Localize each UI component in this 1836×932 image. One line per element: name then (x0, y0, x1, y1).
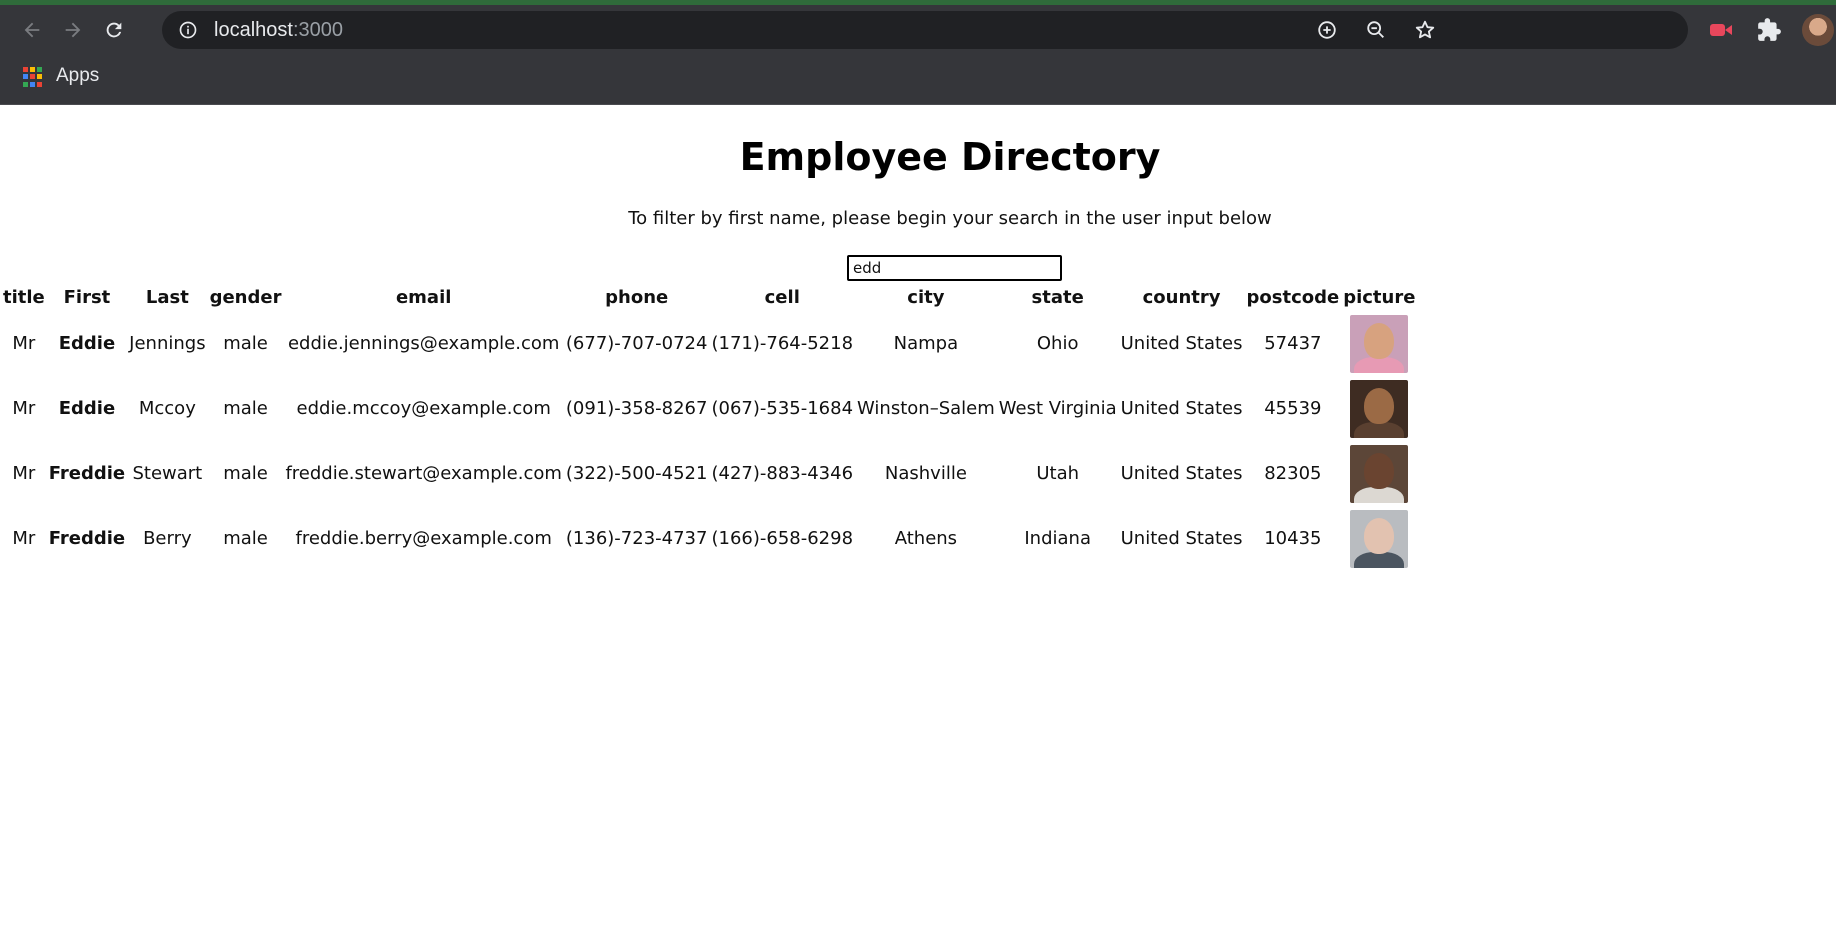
cell-picture (1342, 507, 1416, 570)
cell-cell: (427)-883-4346 (711, 463, 854, 484)
zoom-out-icon[interactable] (1365, 19, 1387, 41)
header-postcode[interactable]: postcode (1246, 284, 1341, 310)
table-row: Mr Freddie Stewart male freddie.stewart@exam… (2, 442, 1416, 505)
cell-city: Winston–Salem (857, 398, 995, 419)
cell-gender: male (223, 333, 268, 354)
apps-link[interactable]: Apps (56, 65, 99, 87)
extension-record-icon[interactable] (1708, 17, 1734, 43)
search-input[interactable] (847, 255, 1062, 281)
cell-state: Ohio (1036, 333, 1079, 354)
cell-email: eddie.mccoy@example.com (296, 398, 551, 419)
employee-photo (1350, 314, 1409, 373)
url-text[interactable]: localhost:3000 (214, 11, 343, 49)
cell-postcode: 10435 (1264, 528, 1322, 549)
cell-title: Mr (12, 463, 36, 484)
cell-cell: (067)-535-1684 (711, 398, 854, 419)
header-country[interactable]: country (1120, 284, 1244, 310)
header-picture[interactable]: picture (1342, 284, 1416, 310)
cell-phone: (677)-707-0724 (565, 333, 708, 354)
forward-button[interactable] (58, 15, 88, 45)
cell-country: United States (1120, 398, 1243, 419)
cell-cell: (166)-658-6298 (711, 528, 854, 549)
cell-city: Athens (894, 528, 958, 549)
cell-phone: (091)-358-8267 (565, 398, 708, 419)
address-bar[interactable]: localhost:3000 (162, 11, 1688, 49)
cell-state: Utah (1036, 463, 1080, 484)
cell-picture (1342, 312, 1416, 375)
cell-state: Indiana (1024, 528, 1091, 549)
header-gender[interactable]: gender (209, 284, 283, 310)
cell-last: Mccoy (138, 398, 196, 419)
cell-country: United States (1120, 528, 1243, 549)
cell-country: United States (1120, 463, 1243, 484)
extensions-puzzle-icon[interactable] (1756, 17, 1782, 43)
cell-picture (1342, 442, 1416, 505)
cell-first: Freddie (48, 463, 126, 484)
info-icon[interactable] (178, 20, 198, 40)
cell-phone: (136)-723-4737 (565, 528, 708, 549)
bookmark-star-icon[interactable] (1414, 19, 1436, 41)
cell-gender: male (223, 463, 268, 484)
cell-cell: (171)-764-5218 (711, 333, 854, 354)
cell-last: Jennings (129, 333, 206, 354)
cell-title: Mr (12, 398, 36, 419)
header-first[interactable]: First (48, 284, 126, 310)
employee-photo (1350, 444, 1409, 503)
cell-first: Eddie (58, 333, 116, 354)
cell-email: eddie.jennings@example.com (287, 333, 560, 354)
back-button[interactable] (17, 15, 47, 45)
header-phone[interactable]: phone (565, 284, 709, 310)
cell-city: Nashville (884, 463, 967, 484)
url-host: localhost (214, 19, 293, 41)
table-body: Mr Eddie Jennings male eddie.jennings@exampl… (2, 312, 1416, 570)
apps-grid-icon[interactable] (23, 67, 43, 87)
cell-email: freddie.berry@example.com (295, 528, 552, 549)
page-title: Employee Directory (739, 135, 1161, 179)
header-state[interactable]: state (998, 284, 1118, 310)
header-email[interactable]: email (284, 284, 562, 310)
cell-last: Stewart (132, 463, 203, 484)
employee-photo (1350, 509, 1409, 568)
cell-first: Freddie (48, 528, 126, 549)
cell-gender: male (223, 398, 268, 419)
browser-toolbar: localhost:3000 (0, 5, 1836, 55)
cell-email: freddie.stewart@example.com (285, 463, 562, 484)
header-city[interactable]: city (856, 284, 996, 310)
header-title[interactable]: title (2, 284, 46, 310)
cell-last: Berry (143, 528, 192, 549)
cell-phone: (322)-500-4521 (565, 463, 708, 484)
reload-button[interactable] (99, 15, 129, 45)
employee-photo (1350, 379, 1409, 438)
cell-postcode: 57437 (1264, 333, 1322, 354)
table-header-row: title First Last gender email phone cell… (2, 284, 1416, 310)
cell-country: United States (1120, 333, 1243, 354)
url-port: :3000 (292, 19, 343, 41)
bookmarks-bar: Apps (0, 55, 1836, 105)
header-cell[interactable]: cell (710, 284, 854, 310)
cell-city: Nampa (893, 333, 959, 354)
page-subtitle: To filter by first name, please begin yo… (628, 208, 1272, 229)
zoom-in-icon[interactable] (1316, 19, 1338, 41)
profile-avatar[interactable] (1802, 14, 1834, 46)
cell-gender: male (223, 528, 268, 549)
arrow-left-icon (24, 22, 40, 38)
cell-postcode: 45539 (1264, 398, 1322, 419)
table-row: Mr Eddie Jennings male eddie.jennings@exampl… (2, 312, 1416, 375)
table-row: Mr Eddie Mccoy male eddie.mccoy@example.com (… (2, 377, 1416, 440)
cell-title: Mr (12, 528, 36, 549)
cell-state: West Virginia (998, 398, 1117, 419)
cell-picture (1342, 377, 1416, 440)
header-last[interactable]: Last (128, 284, 206, 310)
arrow-right-icon (65, 22, 81, 38)
cell-postcode: 82305 (1264, 463, 1322, 484)
employee-table: title First Last gender email phone cell… (0, 282, 1418, 572)
cell-first: Eddie (58, 398, 116, 419)
cell-title: Mr (12, 333, 36, 354)
page-content: Employee Directory To filter by first na… (0, 105, 1836, 932)
reload-icon (106, 22, 122, 38)
table-row: Mr Freddie Berry male freddie.berry@example.… (2, 507, 1416, 570)
